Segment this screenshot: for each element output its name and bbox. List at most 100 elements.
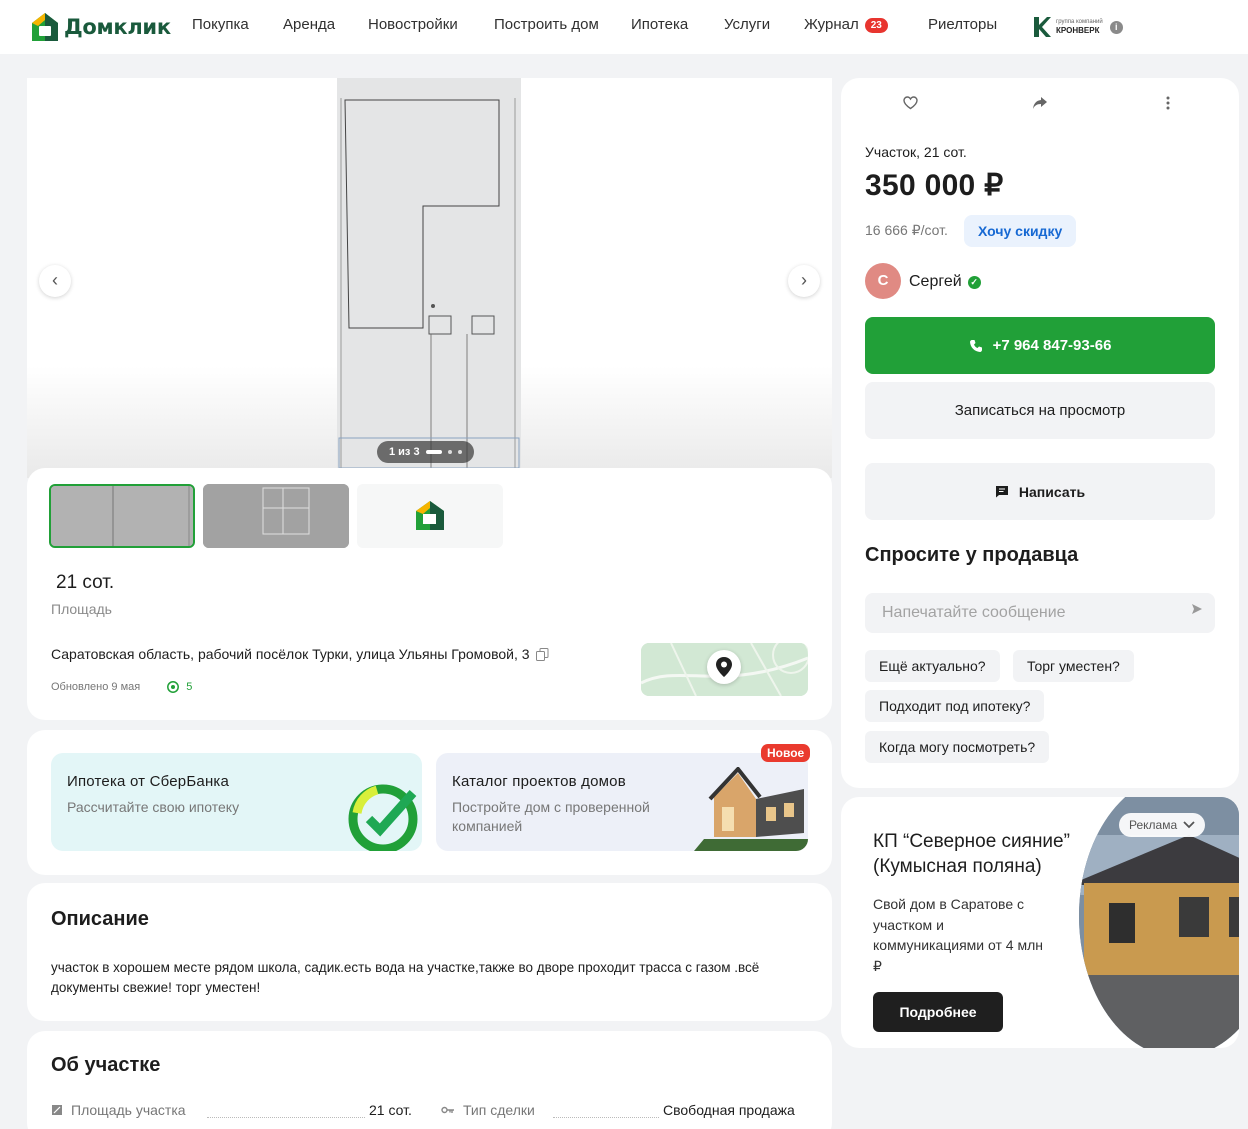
updated-date: Обновлено 9 мая	[51, 681, 141, 693]
price-sidebar: Участок, 21 сот. 350 000 ₽ 16 666 ₽/сот.…	[841, 78, 1239, 788]
logo-text: Домклик	[64, 15, 171, 39]
more-icon[interactable]	[1166, 96, 1170, 110]
message-input[interactable]	[865, 593, 1215, 633]
ask-seller-title: Спросите у продавца	[865, 544, 1079, 566]
main-photo[interactable]	[337, 78, 521, 478]
logo-icon	[32, 13, 58, 41]
gallery-next-button[interactable]: ›	[788, 265, 820, 297]
area-value: 21 сот.	[56, 572, 115, 593]
nav-journal-label: Журнал	[804, 16, 859, 33]
chevron-right-icon: ›	[801, 270, 807, 290]
phone-number: +7 964 847-93-66	[992, 337, 1112, 354]
quick-question-chip[interactable]: Торг уместен?	[1013, 650, 1134, 682]
listing-meta: Обновлено 9 мая 5	[51, 681, 192, 693]
photo-counter-text: 1 из 3	[389, 446, 420, 458]
key-icon	[441, 1106, 454, 1114]
plot-area-label: Площадь участка	[71, 1102, 186, 1118]
kronverk-icon	[1034, 17, 1051, 37]
description-text: участок в хорошем месте рядом школа, сад…	[51, 960, 760, 995]
nav-build-house[interactable]: Построить дом	[494, 16, 599, 33]
nav-journal[interactable]: Журнал 23	[804, 16, 888, 33]
heart-icon[interactable]	[903, 96, 918, 110]
dotted-leader	[553, 1117, 659, 1118]
area-label: Площадь	[51, 601, 112, 617]
eye-icon	[167, 681, 180, 693]
promo-subtitle: Постройте дом с проверенной компанией	[452, 799, 650, 834]
sberbank-logo-icon	[348, 784, 418, 851]
price: 350 000 ₽	[865, 169, 1004, 202]
views-count: 5	[166, 681, 192, 693]
listing-info-card: 21 сот. Площадь Саратовская область, раб…	[27, 468, 832, 720]
share-icon[interactable]	[1032, 96, 1048, 110]
domclick-logo[interactable]: Домклик	[31, 12, 171, 42]
call-button[interactable]: +7 964 847-93-66	[865, 317, 1215, 374]
chevron-down-icon	[1183, 821, 1195, 829]
nav-realtors[interactable]: Риелторы	[928, 16, 997, 33]
discount-button[interactable]: Хочу скидку	[964, 215, 1077, 247]
plot-plan-drawing	[337, 78, 521, 478]
site-header: Домклик Покупка Аренда Новостройки Постр…	[0, 0, 1248, 54]
seller[interactable]: Сергей ✓	[909, 273, 981, 291]
ad-label[interactable]: Реклама	[1119, 813, 1206, 837]
logo-icon	[416, 501, 444, 530]
nav-purchase[interactable]: Покупка	[192, 16, 249, 33]
description-card: Описание участок в хорошем месте рядом ш…	[27, 883, 832, 1021]
thumbnail-2[interactable]	[203, 484, 349, 548]
promo-title: Каталог проектов домов	[452, 773, 626, 790]
thumbnail-3[interactable]	[357, 484, 503, 548]
nav-mortgage[interactable]: Ипотека	[631, 16, 688, 33]
active-dot	[425, 450, 442, 454]
nav-new-buildings[interactable]: Новостройки	[368, 16, 458, 33]
ad-card[interactable]: Реклама КП “Северное сияние” (Кумысная п…	[841, 797, 1239, 1048]
gallery-prev-button[interactable]: ‹	[39, 265, 71, 297]
house-image	[694, 767, 808, 851]
sber-mortgage-promo[interactable]: Ипотека от СберБанка Рассчитайте свою ип…	[51, 753, 422, 851]
ad-label-text: Реклама	[1129, 818, 1178, 832]
ad-details-button[interactable]: Подробнее	[873, 992, 1003, 1032]
write-label: Написать	[1018, 483, 1086, 500]
send-icon[interactable]	[1191, 603, 1203, 615]
phone-icon	[969, 339, 982, 352]
partner-text: группа компаний КРОНВЕРК	[1056, 19, 1103, 35]
nav-services[interactable]: Услуги	[724, 16, 770, 33]
listing-type: Участок, 21 сот.	[865, 144, 967, 160]
quick-question-chip[interactable]: Подходит под ипотеку?	[865, 690, 1045, 722]
photo-gallery[interactable]: ‹ › 1 из 3	[27, 78, 832, 478]
about-title: Об участке	[51, 1054, 161, 1076]
promo-card: Ипотека от СберБанка Рассчитайте свою ип…	[27, 730, 832, 875]
plot-area-value: 21 сот.	[369, 1102, 412, 1118]
pagination-dot	[447, 450, 452, 454]
plot-area-property: Площадь участка	[51, 1102, 186, 1118]
partner-name: КРОНВЕРК	[1056, 26, 1100, 35]
chevron-left-icon: ‹	[52, 270, 58, 290]
write-message-button[interactable]: Написать	[865, 463, 1215, 520]
ad-text: Свой дом в Саратове с участком и коммуни…	[873, 896, 1043, 974]
partner-small-text: группа компаний	[1056, 19, 1103, 25]
copy-icon[interactable]	[535, 647, 549, 661]
schedule-viewing-button[interactable]: Записаться на просмотр	[865, 382, 1215, 439]
avatar[interactable]: С	[865, 263, 901, 299]
journal-count-badge: 23	[864, 18, 888, 33]
address-text: Саратовская область, рабочий посёлок Тур…	[51, 646, 530, 662]
promo-subtitle: Рассчитайте свою ипотеку	[67, 799, 240, 815]
thumbnail-image	[203, 484, 349, 548]
partner-logo[interactable]: группа компаний КРОНВЕРК i	[1032, 16, 1123, 38]
nav-rent[interactable]: Аренда	[283, 16, 335, 33]
seller-name: Сергей	[909, 273, 962, 290]
info-icon[interactable]: i	[1109, 20, 1123, 34]
area-icon	[52, 1105, 62, 1115]
thumbnail-image	[51, 486, 193, 546]
deal-type-value: Свободная продажа	[663, 1102, 795, 1118]
dotted-leader	[207, 1117, 365, 1118]
quick-question-chip[interactable]: Ещё актуально?	[865, 650, 1000, 682]
about-plot-card: Об участке Площадь участка 21 сот. Тип с…	[27, 1031, 832, 1129]
map-pin-icon	[707, 650, 741, 684]
ad-title: КП “Северное сияние” (Кумысная поляна)	[873, 831, 1070, 877]
thumbnail-1[interactable]	[49, 484, 195, 548]
map-preview[interactable]	[641, 643, 808, 696]
quick-question-chip[interactable]: Когда могу посмотреть?	[865, 731, 1050, 763]
house-catalog-promo[interactable]: Каталог проектов домов Постройте дом с п…	[436, 753, 808, 851]
deal-type-property: Тип сделки	[441, 1102, 535, 1118]
pagination-dot	[457, 450, 462, 454]
address: Саратовская область, рабочий посёлок Тур…	[51, 646, 549, 662]
